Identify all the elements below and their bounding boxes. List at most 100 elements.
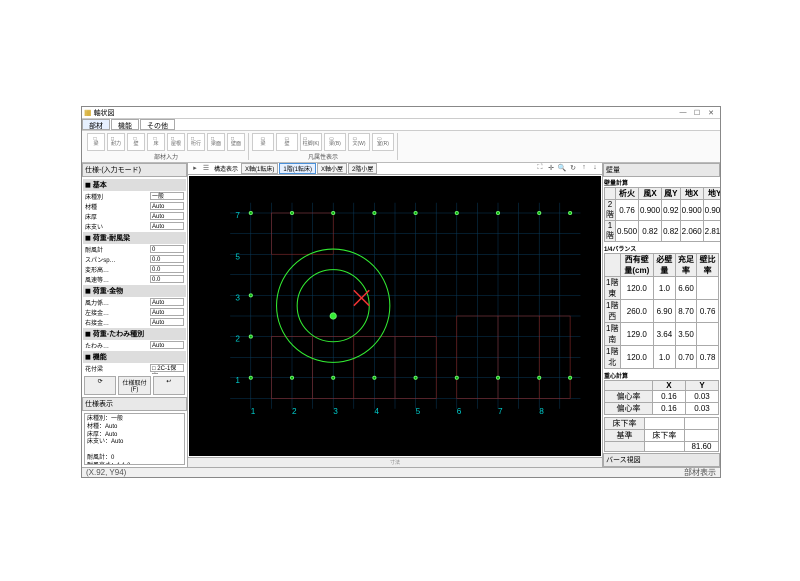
prop-value[interactable]: Auto <box>150 318 184 326</box>
prop-value[interactable]: 0 <box>150 245 184 253</box>
prop-row: 左接金…Auto <box>83 307 186 317</box>
plan-canvas[interactable]: 75321 12345678 <box>189 176 601 456</box>
disp-tool-4[interactable]: ▭文(W) <box>348 133 370 151</box>
cursor-icon[interactable]: ✛ <box>546 164 556 174</box>
disp-tool-3[interactable]: ▭梁(B) <box>324 133 346 151</box>
close-icon[interactable]: ✕ <box>704 109 718 117</box>
tool-2[interactable]: □壁 <box>127 133 145 151</box>
calc-title: 壁量計算 <box>604 178 719 187</box>
prop-value[interactable]: Auto <box>150 341 184 349</box>
prop-value[interactable]: □ 2C-1保定 <box>150 364 184 372</box>
balance-table: 西有壁量(cm)必壁量充足率壁比率1階東120.01.06.601階西260.0… <box>604 253 719 369</box>
rotate-icon[interactable]: ↻ <box>568 164 578 174</box>
prop-row: スパンsp…0.0 <box>83 254 186 264</box>
svg-text:5: 5 <box>235 252 240 261</box>
tool-3[interactable]: □床 <box>147 133 165 151</box>
view-tab-3[interactable]: 2階小屋 <box>348 163 377 174</box>
prop-label: たわみ… <box>85 341 150 350</box>
tool-4[interactable]: □屋根 <box>167 133 185 151</box>
titlebar: ▦ 軸状図 — ☐ ✕ <box>82 107 720 119</box>
prop-value[interactable]: Auto <box>150 202 184 210</box>
spec-panel-title: 仕様-(入力モード) <box>82 163 187 177</box>
svg-text:2: 2 <box>235 335 240 344</box>
prop-value[interactable]: Auto <box>150 308 184 316</box>
disp-tool-0[interactable]: ▭梁 <box>252 133 274 151</box>
layers-icon[interactable]: ☰ <box>201 164 211 174</box>
ribbon-group-2: ▭梁▭壁▭柱脚(K)▭梁(B)▭文(W)▭室(R) 凡属性表示 <box>249 133 398 160</box>
down-icon[interactable]: ↓ <box>590 164 600 174</box>
menu-tab-1[interactable]: 機能 <box>111 119 139 130</box>
prop-label: 床支い <box>85 222 150 231</box>
disp-tool-5[interactable]: ▭室(R) <box>372 133 394 151</box>
group2-label: 凡属性表示 <box>252 152 394 161</box>
prop-row: 右接金…Auto <box>83 317 186 327</box>
disp-tool-1[interactable]: ▭壁 <box>276 133 298 151</box>
tool-5[interactable]: □桁行 <box>187 133 205 151</box>
prop-value[interactable]: Auto <box>150 222 184 230</box>
fit-icon[interactable]: ⛶ <box>535 164 545 174</box>
spec-list: 床種別：一般材種：Auto床厚：Auto床支い：Auto 耐風計：0耐風高さ：1… <box>84 413 185 465</box>
spec-append-button[interactable]: 仕様取付(F) <box>118 376 150 395</box>
status-bar: (X.92, Y94) 部材表示 <box>82 467 720 477</box>
maximize-icon[interactable]: ☐ <box>690 109 704 117</box>
prop-value[interactable]: 0.0 <box>150 275 184 283</box>
ribbon: □梁□耐力□壁□床□屋根□桁行□梁面□壁面 部材入力 ▭梁▭壁▭柱脚(K)▭梁(… <box>82 131 720 163</box>
balance-title: 1/4バランス <box>604 244 719 253</box>
center-panel: ▸ ☰ 構造表示 X軸(1転床) 1階(1転床) X軸小屋 2階小屋 ⛶ ✛ 🔍… <box>188 163 602 467</box>
prop-value[interactable]: 0.0 <box>150 255 184 263</box>
wall-qty-title: 壁量 <box>603 163 720 177</box>
menu-tab-2[interactable]: その他 <box>140 119 175 130</box>
prop-label: スパンsp… <box>85 255 150 264</box>
view-tab-1[interactable]: 1階(1転床) <box>279 163 316 174</box>
status-mode: 部材表示 <box>684 467 716 478</box>
right-panel: 壁量 壁量計算 析火風X風Y地X地Y2階0.760.9000.920.9000.… <box>602 163 720 467</box>
prop-label: 耐風計 <box>85 245 150 254</box>
app-icon: ▦ <box>84 108 92 117</box>
tool-1[interactable]: □耐力 <box>107 133 125 151</box>
zoom-icon[interactable]: 🔍 <box>557 164 567 174</box>
prop-value[interactable]: 一般 <box>150 192 184 200</box>
status-coords: (X.92, Y94) <box>86 468 126 477</box>
svg-text:6: 6 <box>457 407 462 416</box>
svg-text:3: 3 <box>333 407 338 416</box>
iso-title: バース視図 <box>603 453 720 467</box>
tool-7[interactable]: □壁面 <box>227 133 245 151</box>
arrow-icon[interactable]: ▸ <box>190 164 200 174</box>
group1-label: 部材入力 <box>87 152 245 161</box>
prop-label: 変形高… <box>85 265 150 274</box>
up-icon[interactable]: ↑ <box>579 164 589 174</box>
prop-row: 床厚Auto <box>83 211 186 221</box>
prop-row: 風速等…0.0 <box>83 274 186 284</box>
disp-tool-2[interactable]: ▭柱脚(K) <box>300 133 322 151</box>
main-row: 仕様-(入力モード) ◼ 基本床種別一般材種Auto床厚Auto床支いAuto◼… <box>82 163 720 467</box>
minimize-icon[interactable]: — <box>676 109 690 116</box>
prop-row: 変形高…0.0 <box>83 264 186 274</box>
prop-label: 花付梁 <box>85 364 150 373</box>
view-tab-2[interactable]: X軸小屋 <box>317 163 347 174</box>
tool-0[interactable]: □梁 <box>87 133 105 151</box>
prop-value[interactable]: Auto <box>150 212 184 220</box>
menu-tab-0[interactable]: 部材 <box>82 119 110 130</box>
app-window: ▦ 軸状図 — ☐ ✕ 部材 機能 その他 □梁□耐力□壁□床□屋根□桁行□梁面… <box>81 106 721 478</box>
view-tab-0[interactable]: X軸(1転床) <box>241 163 278 174</box>
section-header: ◼ 荷重-たわみ種別 <box>83 328 186 340</box>
prop-value[interactable]: 0.0 <box>150 265 184 273</box>
prop-label: 風速等… <box>85 275 150 284</box>
svg-text:2: 2 <box>292 407 297 416</box>
prop-row: 材種Auto <box>83 201 186 211</box>
prop-value[interactable]: Auto <box>150 298 184 306</box>
svg-text:1: 1 <box>251 407 256 416</box>
prop-row: 花付梁□ 2C-1保定 <box>83 363 186 373</box>
menubar: 部材 機能 その他 <box>82 119 720 131</box>
ribbon-group-1: □梁□耐力□壁□床□屋根□桁行□梁面□壁面 部材入力 <box>84 133 249 160</box>
undo-button[interactable]: ↩ <box>153 376 185 395</box>
spec-buttons: ⟳ 仕様取付(F) ↩ <box>82 374 187 397</box>
refresh-button[interactable]: ⟳ <box>84 376 116 395</box>
prop-label: 床種別 <box>85 192 150 201</box>
window-title: 軸状図 <box>94 108 676 118</box>
prop-row: 耐風計0 <box>83 244 186 254</box>
prop-label: 材種 <box>85 202 150 211</box>
prop-row: 風力係…Auto <box>83 297 186 307</box>
centroid-title: 重心計算 <box>604 371 719 380</box>
tool-6[interactable]: □梁面 <box>207 133 225 151</box>
